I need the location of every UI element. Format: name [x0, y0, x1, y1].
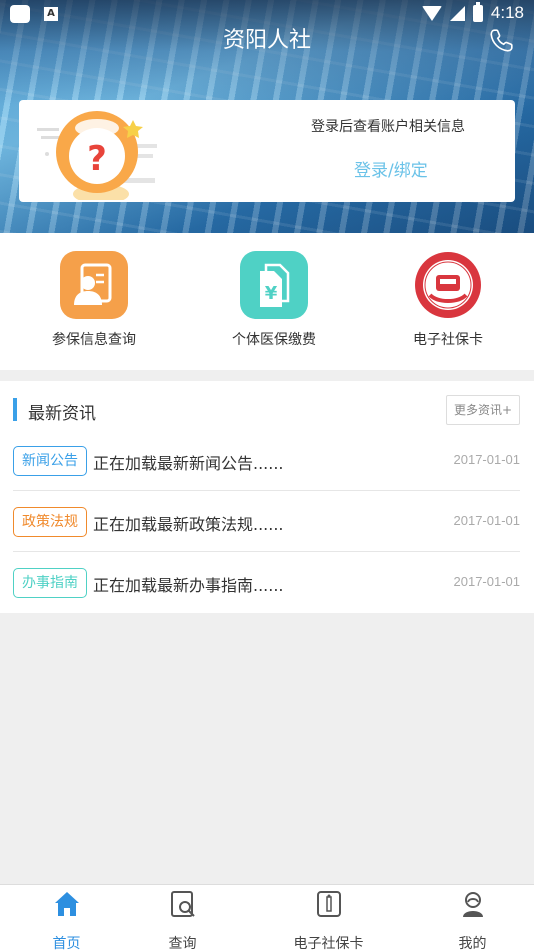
social-security-card-icon: [414, 251, 482, 319]
news-item-date: 2017-01-01: [453, 452, 521, 467]
hero-banner: A 4:18 资阳人社 ? 登录后查看账户相关信息 登录/绑定: [0, 0, 534, 233]
news-item[interactable]: 办事指南 正在加载最新办事指南...... 2017-01-01: [13, 552, 520, 613]
nav-label: 查询: [168, 936, 197, 950]
login-bind-link[interactable]: 登录/绑定: [354, 156, 428, 181]
news-item-text: 正在加载最新政策法规......: [93, 515, 284, 534]
news-header: 最新资讯 更多资讯+: [0, 381, 534, 435]
wifi-icon: [421, 5, 442, 21]
news-item-text: 正在加载最新新闻公告......: [93, 454, 284, 473]
quick-actions: 参保信息查询 ¥ 个体医保缴费 电子社保卡: [0, 233, 534, 370]
quick-action-medical-payment[interactable]: ¥ 个体医保缴费: [194, 251, 354, 349]
app-title: 资阳人社: [222, 28, 311, 53]
status-time: 4:18: [490, 3, 524, 22]
news-tag: 办事指南: [13, 568, 87, 598]
news-tag: 政策法规: [13, 507, 87, 537]
nav-item-mine[interactable]: 我的: [406, 889, 534, 950]
news-item[interactable]: 新闻公告 正在加载最新新闻公告...... 2017-01-01: [13, 430, 520, 491]
news-tag: 新闻公告: [13, 446, 87, 476]
login-card: ? 登录后查看账户相关信息 登录/绑定: [19, 100, 515, 202]
phone-icon[interactable]: [488, 28, 514, 54]
yuan-document-icon: ¥: [240, 251, 308, 319]
search-document-icon: [170, 891, 195, 917]
svg-text:?: ?: [87, 139, 107, 179]
battery-icon: [472, 1, 483, 22]
notification-icon: [10, 5, 30, 23]
login-hint-text: 登录后查看账户相关信息: [311, 119, 465, 135]
quick-action-label: 电子社保卡: [413, 332, 483, 348]
quick-action-label: 个体医保缴费: [232, 332, 316, 348]
nav-item-query[interactable]: 查询: [116, 889, 249, 950]
bottom-navigation: 首页 查询 电子社保卡 我的: [0, 884, 534, 950]
home-icon: [54, 892, 79, 916]
nav-label: 电子社保卡: [293, 936, 364, 950]
question-avatar-icon: ?: [37, 111, 157, 200]
news-item-date: 2017-01-01: [453, 513, 521, 528]
section-accent-bar: [13, 398, 17, 421]
nav-label: 我的: [458, 936, 487, 950]
news-item[interactable]: 政策法规 正在加载最新政策法规...... 2017-01-01: [13, 491, 520, 552]
quick-action-label: 参保信息查询: [52, 332, 136, 348]
news-item-text: 正在加载最新办事指南......: [93, 576, 284, 595]
svg-text:¥: ¥: [265, 283, 278, 304]
id-badge-icon: [316, 891, 341, 917]
news-title: 最新资讯: [28, 404, 96, 424]
news-item-date: 2017-01-01: [453, 574, 521, 589]
user-icon: [462, 892, 483, 917]
more-news-button[interactable]: 更多资讯+: [446, 395, 520, 425]
nav-item-home[interactable]: 首页: [0, 889, 133, 950]
keyboard-icon: A: [44, 7, 58, 21]
quick-action-e-card[interactable]: 电子社保卡: [368, 251, 528, 349]
nav-item-e-card[interactable]: 电子社保卡: [262, 889, 395, 950]
news-section: 最新资讯 更多资讯+ 新闻公告 正在加载最新新闻公告...... 2017-01…: [0, 381, 534, 613]
nav-label: 首页: [52, 936, 81, 950]
signal-icon: [449, 5, 465, 21]
quick-action-insurance-query[interactable]: 参保信息查询: [14, 251, 174, 349]
person-card-icon: [60, 251, 128, 319]
